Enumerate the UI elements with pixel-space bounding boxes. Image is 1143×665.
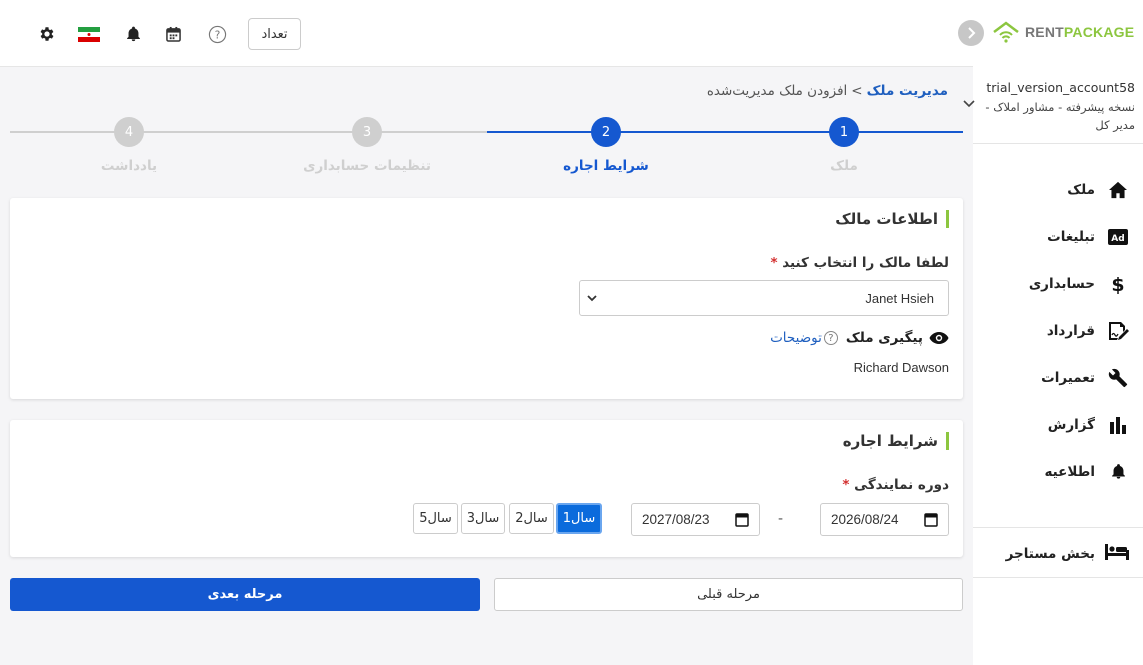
brand-logo[interactable]: RENTPACKAGE bbox=[991, 20, 1134, 44]
calendar-icon[interactable] bbox=[161, 22, 185, 46]
sidebar-item-label: گزارش bbox=[1047, 416, 1095, 433]
step-1-circle[interactable]: 1 bbox=[829, 117, 859, 147]
bell-icon[interactable] bbox=[121, 22, 145, 46]
sidebar-nav: ملک تبلیغات Ad حسابداری $ قرارداد تعمیرا… bbox=[973, 166, 1143, 495]
date-range-dash: - bbox=[778, 511, 784, 527]
agency-period-label: دوره نمایندگی * bbox=[842, 477, 949, 493]
step-4-label: یادداشت bbox=[100, 158, 158, 174]
owner-select-label-text: لطفا مالک را انتخاب کنید bbox=[782, 255, 949, 271]
required-mark: * bbox=[770, 255, 778, 271]
owner-card-title: اطلاعات مالک bbox=[835, 210, 949, 228]
sidebar-item-label: تعمیرات bbox=[1041, 369, 1095, 386]
step-2-circle[interactable]: 2 bbox=[591, 117, 621, 147]
sidebar-item-reports[interactable]: گزارش bbox=[973, 401, 1143, 448]
owner-select-label: لطفا مالک را انتخاب کنید * bbox=[770, 255, 949, 271]
ad-icon: Ad bbox=[1107, 226, 1129, 248]
account-panel[interactable]: trial_version_account58 نسخه پیشرفته - م… bbox=[963, 68, 1143, 144]
bed-icon bbox=[1105, 544, 1129, 564]
year-option-1-button[interactable]: 1سال bbox=[556, 503, 602, 534]
breadcrumb-parent-link[interactable]: مدیریت ملک bbox=[867, 83, 948, 99]
sidebar: RENTPACKAGE trial_version_account58 نسخه… bbox=[958, 0, 1143, 665]
breadcrumb-separator: > bbox=[851, 83, 863, 99]
lease-card-title: شرایط اجاره bbox=[843, 432, 949, 450]
start-date-value: 2026/08/24 bbox=[831, 512, 899, 527]
svg-text:?: ? bbox=[214, 29, 220, 41]
sidebar-item-label: اطلاعیه bbox=[1044, 463, 1095, 480]
top-bar: ? تعداد bbox=[0, 0, 973, 67]
wrench-icon bbox=[1107, 367, 1129, 389]
sidebar-item-label: تبلیغات bbox=[1047, 228, 1095, 245]
contract-icon bbox=[1107, 320, 1129, 342]
end-date-input[interactable]: 2027/08/23 bbox=[631, 503, 760, 536]
year-option-3-button[interactable]: 3سال bbox=[461, 503, 505, 534]
stepper-line-done bbox=[487, 131, 963, 133]
end-date-value: 2027/08/23 bbox=[642, 512, 710, 527]
svg-text:$: $ bbox=[1111, 274, 1124, 294]
calendar-icon[interactable] bbox=[924, 512, 938, 527]
sidebar-item-label: حسابداری bbox=[1028, 275, 1095, 292]
step-3-circle[interactable]: 3 bbox=[352, 117, 382, 147]
step-4-circle[interactable]: 4 bbox=[114, 117, 144, 147]
calendar-icon[interactable] bbox=[735, 512, 749, 527]
svg-text:Ad: Ad bbox=[1111, 234, 1124, 244]
sidebar-item-notices[interactable]: اطلاعیه bbox=[973, 448, 1143, 495]
help-icon[interactable]: ? bbox=[823, 331, 838, 345]
step-2-label: شرایط اجاره bbox=[563, 158, 649, 174]
start-date-input[interactable]: 2026/08/24 bbox=[820, 503, 949, 536]
sidebar-item-label: ملک bbox=[1067, 181, 1095, 198]
bell-icon bbox=[1107, 461, 1129, 483]
chevron-down-icon[interactable] bbox=[963, 100, 975, 108]
year-option-2-button[interactable]: 2سال bbox=[509, 503, 554, 534]
step-1-label: ملک bbox=[830, 158, 858, 174]
owner-info-card: اطلاعات مالک لطفا مالک را انتخاب کنید * … bbox=[10, 198, 963, 399]
tracker-name: Richard Dawson bbox=[853, 360, 949, 375]
sidebar-item-label: قرارداد bbox=[1046, 322, 1095, 339]
sidebar-item-repairs[interactable]: تعمیرات bbox=[973, 354, 1143, 401]
previous-step-button[interactable]: مرحله قبلی bbox=[494, 578, 963, 611]
sidebar-collapse-button[interactable] bbox=[958, 20, 984, 46]
breadcrumb: مدیریت ملک>افزودن ملک مدیریت‌شده bbox=[707, 83, 948, 99]
stepper-line-pending bbox=[10, 131, 487, 133]
sidebar-item-tenant[interactable]: بخش مستاجر bbox=[973, 531, 1143, 578]
owner-select-value: Janet Hsieh bbox=[865, 291, 934, 306]
next-step-button[interactable]: مرحله بعدی bbox=[10, 578, 480, 611]
dollar-icon: $ bbox=[1107, 273, 1129, 295]
chevron-right-icon bbox=[968, 27, 976, 39]
breadcrumb-current: افزودن ملک مدیریت‌شده bbox=[706, 83, 848, 99]
sidebar-item-ads[interactable]: تبلیغات Ad bbox=[973, 213, 1143, 260]
chart-icon bbox=[1107, 414, 1129, 436]
iran-flag-icon[interactable] bbox=[77, 22, 101, 46]
lease-terms-card: شرایط اجاره دوره نمایندگی * 2026/08/24 -… bbox=[10, 420, 963, 557]
agency-period-label-text: دوره نمایندگی bbox=[854, 477, 949, 493]
account-name: trial_version_account58 bbox=[986, 80, 1135, 95]
sidebar-divider bbox=[973, 527, 1143, 528]
logo-house-icon bbox=[993, 21, 1019, 43]
property-tracking-row: توضیحات ? پیگیری ملک bbox=[770, 330, 949, 346]
settings-icon[interactable] bbox=[35, 22, 59, 46]
required-mark: * bbox=[842, 477, 850, 493]
count-button[interactable]: تعداد bbox=[248, 18, 301, 50]
sidebar-item-label: بخش مستاجر bbox=[1005, 546, 1095, 562]
home-icon bbox=[1107, 179, 1129, 201]
sidebar-item-contract[interactable]: قرارداد bbox=[973, 307, 1143, 354]
sidebar-item-accounting[interactable]: حسابداری $ bbox=[973, 260, 1143, 307]
chevron-down-icon bbox=[587, 295, 597, 302]
description-link[interactable]: توضیحات bbox=[770, 330, 822, 346]
owner-select[interactable]: Janet Hsieh bbox=[579, 280, 949, 316]
logo-package-text: PACKAGE bbox=[1063, 24, 1135, 40]
step-3-label: تنظیمات حسابداری bbox=[303, 158, 431, 174]
account-role: نسخه پیشرفته - مشاور املاک - مدیر کل bbox=[985, 100, 1135, 132]
year-option-5-button[interactable]: 5سال bbox=[413, 503, 458, 534]
tracking-label: پیگیری ملک bbox=[845, 330, 923, 346]
sidebar-item-property[interactable]: ملک bbox=[973, 166, 1143, 213]
help-icon[interactable]: ? bbox=[205, 22, 229, 46]
logo-rent-text: RENT bbox=[1025, 24, 1064, 40]
eye-icon[interactable] bbox=[929, 331, 949, 345]
